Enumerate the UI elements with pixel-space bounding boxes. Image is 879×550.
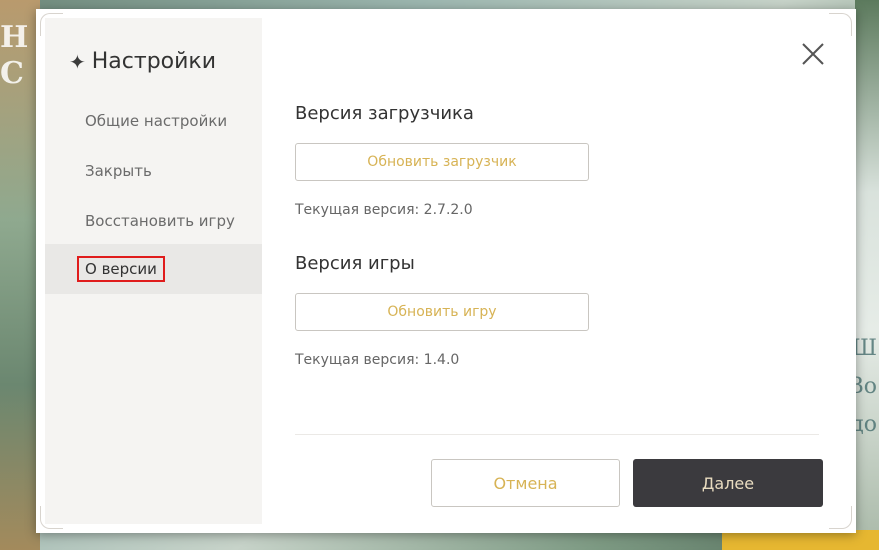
update-game-button[interactable]: Обновить игру: [295, 293, 589, 331]
sidebar-item-general[interactable]: Общие настройки: [45, 96, 262, 146]
close-button[interactable]: [799, 40, 827, 68]
close-icon: [802, 43, 824, 65]
launcher-version-title: Версия загрузчика: [295, 103, 474, 124]
launcher-current-version: Текущая версия: 2.7.2.0: [295, 202, 473, 218]
settings-sidebar: ✦ Настройки Общие настройки Закрыть Восс…: [45, 18, 262, 524]
sidebar-title: ✦ Настройки: [69, 49, 216, 74]
footer-divider: [295, 434, 819, 435]
update-launcher-button[interactable]: Обновить загрузчик: [295, 143, 589, 181]
game-current-version: Текущая версия: 1.4.0: [295, 352, 460, 368]
sidebar-item-label: Восстановить игру: [85, 212, 235, 230]
sidebar-item-label: О версии: [77, 256, 165, 282]
sidebar-item-label: Общие настройки: [85, 112, 228, 130]
star-icon: ✦: [69, 49, 86, 74]
background-letters: Н С: [0, 20, 29, 91]
sidebar-item-close[interactable]: Закрыть: [45, 146, 262, 196]
settings-dialog: ✦ Настройки Общие настройки Закрыть Восс…: [36, 9, 856, 533]
sidebar-title-text: Настройки: [91, 49, 217, 74]
game-version-title: Версия игры: [295, 253, 415, 274]
corner-ornament: [829, 506, 852, 529]
background-yellow-strip: [722, 530, 879, 550]
sidebar-item-about-version[interactable]: О версии: [45, 244, 262, 294]
next-button[interactable]: Далее: [633, 459, 823, 507]
sidebar-item-repair-game[interactable]: Восстановить игру: [45, 196, 262, 246]
background-right-art: [855, 0, 879, 550]
sidebar-item-label: Закрыть: [85, 162, 152, 180]
corner-ornament: [829, 13, 852, 36]
cancel-button[interactable]: Отмена: [431, 459, 620, 507]
